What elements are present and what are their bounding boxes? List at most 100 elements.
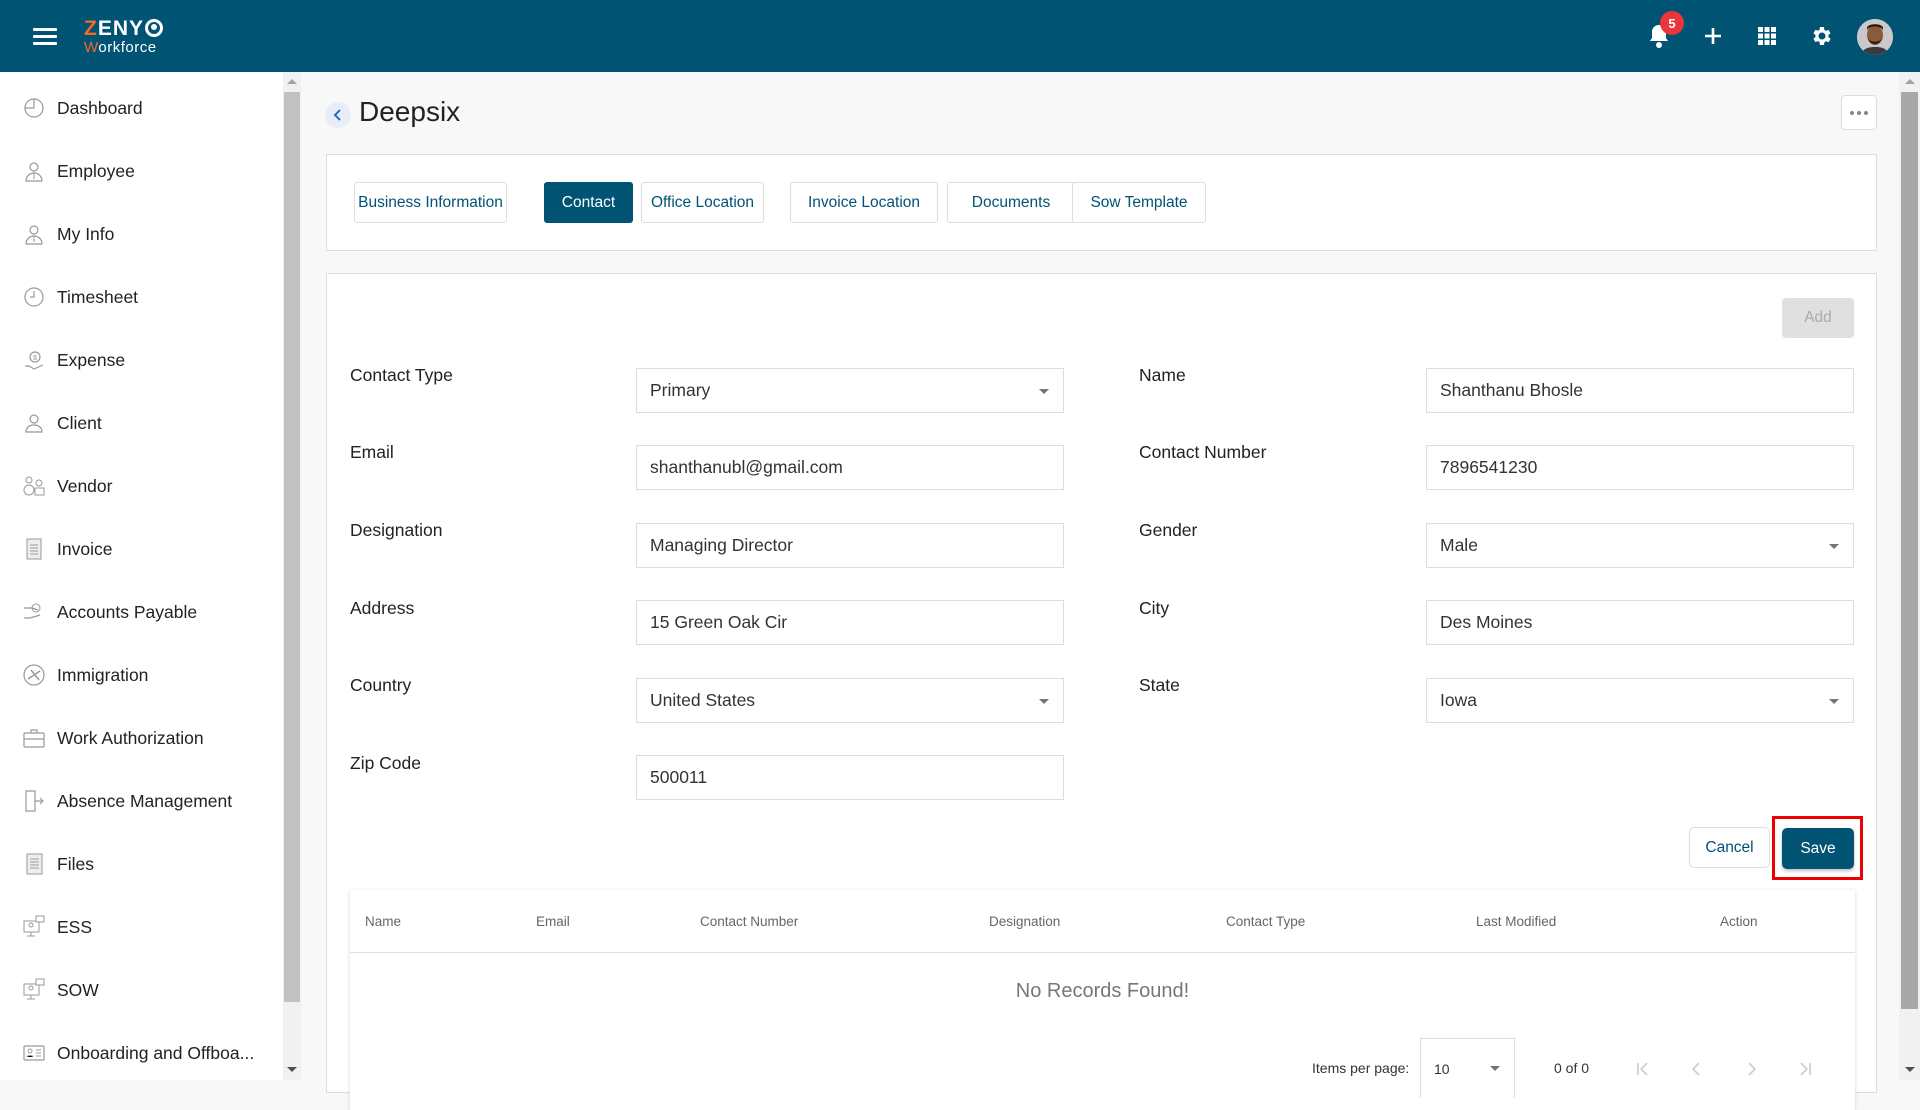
sidebar-item-accounts-payable[interactable]: Accounts Payable bbox=[0, 587, 283, 637]
contact-type-label: Contact Type bbox=[350, 365, 453, 385]
door-exit-icon bbox=[22, 789, 46, 813]
id-card-icon bbox=[22, 1041, 46, 1065]
briefcase-icon bbox=[22, 726, 46, 750]
sidebar-item-immigration[interactable]: Immigration bbox=[0, 650, 283, 700]
column-header-email[interactable]: Email bbox=[536, 890, 570, 952]
page-title: Deepsix bbox=[359, 96, 461, 127]
scroll-up-arrow-icon[interactable] bbox=[287, 79, 297, 84]
sidebar-item-label: SOW bbox=[57, 979, 99, 1000]
last-page-icon[interactable] bbox=[1788, 1052, 1822, 1086]
column-header-name[interactable]: Name bbox=[365, 890, 401, 952]
sidebar-item-dashboard[interactable]: Dashboard bbox=[0, 83, 283, 133]
country-label: Country bbox=[350, 675, 412, 695]
previous-page-icon[interactable] bbox=[1680, 1052, 1714, 1086]
sow-icon bbox=[22, 978, 46, 1002]
gender-value: Male bbox=[1440, 535, 1478, 555]
files-icon bbox=[22, 852, 46, 876]
clock-icon bbox=[22, 285, 46, 309]
page-scrollbar[interactable] bbox=[1899, 72, 1920, 1080]
back-button[interactable] bbox=[325, 102, 351, 128]
contact-number-field[interactable]: 7896541230 bbox=[1426, 445, 1854, 490]
sidebar-item-vendor[interactable]: Vendor bbox=[0, 461, 283, 511]
contact-number-value: 7896541230 bbox=[1440, 457, 1538, 477]
email-field[interactable]: shanthanubl@gmail.com bbox=[636, 445, 1064, 490]
sidebar-item-label: Work Authorization bbox=[57, 727, 204, 748]
client-icon bbox=[22, 411, 46, 435]
column-header-designation[interactable]: Designation bbox=[989, 890, 1060, 952]
scroll-down-arrow-icon[interactable] bbox=[287, 1067, 297, 1072]
address-field[interactable]: 15 Green Oak Cir bbox=[636, 600, 1064, 645]
sidebar-item-absence-management[interactable]: Absence Management bbox=[0, 776, 283, 826]
column-header-contact-number[interactable]: Contact Number bbox=[700, 890, 798, 952]
tab-documents[interactable]: Documents bbox=[947, 182, 1075, 223]
immigration-icon bbox=[22, 663, 46, 687]
items-per-page-value: 10 bbox=[1434, 1060, 1450, 1077]
zip-code-field[interactable]: 500011 bbox=[636, 755, 1064, 800]
address-value: 15 Green Oak Cir bbox=[650, 612, 788, 632]
sidebar-scrollbar[interactable] bbox=[283, 72, 301, 1080]
gear-icon[interactable] bbox=[1805, 20, 1837, 52]
page-scroll-up-icon[interactable] bbox=[1905, 79, 1915, 84]
zip-code-value: 500011 bbox=[650, 767, 708, 787]
menu-icon[interactable] bbox=[33, 28, 57, 46]
sidebar-item-my-info[interactable]: My Info bbox=[0, 209, 283, 259]
tab-contact[interactable]: Contact bbox=[544, 182, 633, 223]
tab-office-location[interactable]: Office Location bbox=[641, 182, 764, 223]
zip-code-label: Zip Code bbox=[350, 753, 422, 773]
more-options-button[interactable] bbox=[1841, 95, 1877, 130]
contact-type-value: Primary bbox=[650, 380, 711, 400]
column-header-contact-type[interactable]: Contact Type bbox=[1226, 890, 1305, 952]
city-field[interactable]: Des Moines bbox=[1426, 600, 1854, 645]
page-scroll-down-icon[interactable] bbox=[1905, 1067, 1915, 1072]
sidebar-item-label: Client bbox=[57, 412, 102, 433]
sidebar-item-employee[interactable]: Employee bbox=[0, 146, 283, 196]
email-label: Email bbox=[350, 442, 394, 462]
sidebar-item-timesheet[interactable]: Timesheet bbox=[0, 272, 283, 322]
country-select[interactable]: United States bbox=[636, 678, 1064, 723]
sidebar-scroll-thumb[interactable] bbox=[284, 92, 300, 1002]
sidebar-item-invoice[interactable]: Invoice bbox=[0, 524, 283, 574]
add-button[interactable]: Add bbox=[1782, 298, 1854, 338]
sidebar-item-files[interactable]: Files bbox=[0, 839, 283, 889]
gender-select[interactable]: Male bbox=[1426, 523, 1854, 568]
avatar[interactable] bbox=[1857, 19, 1893, 55]
sidebar-item-label: Onboarding and Offboa... bbox=[57, 1042, 255, 1063]
tab-business-information[interactable]: Business Information bbox=[354, 182, 507, 223]
apps-grid-icon[interactable] bbox=[1751, 20, 1783, 52]
sidebar-item-label: My Info bbox=[57, 223, 115, 244]
name-field[interactable]: Shanthanu Bhosle bbox=[1426, 368, 1854, 413]
plus-icon[interactable] bbox=[1697, 20, 1729, 52]
invoice-icon bbox=[22, 537, 46, 561]
next-page-icon[interactable] bbox=[1734, 1052, 1768, 1086]
sidebar-item-sow[interactable]: SOW bbox=[0, 965, 283, 1015]
vendor-icon bbox=[22, 474, 46, 498]
items-per-page-select[interactable]: 10 bbox=[1420, 1038, 1515, 1098]
dashboard-icon bbox=[22, 96, 46, 120]
sidebar-item-onboarding-and-offboa[interactable]: Onboarding and Offboa... bbox=[0, 1028, 283, 1078]
designation-field[interactable]: Managing Director bbox=[636, 523, 1064, 568]
notification-badge: 5 bbox=[1660, 11, 1684, 35]
chevron-left-icon bbox=[333, 109, 341, 121]
sidebar-item-work-authorization[interactable]: Work Authorization bbox=[0, 713, 283, 763]
sidebar-item-label: Employee bbox=[57, 160, 135, 181]
header-divider bbox=[350, 952, 1855, 953]
tab-invoice-location[interactable]: Invoice Location bbox=[790, 182, 938, 223]
logo-text: ENY bbox=[97, 17, 145, 40]
cancel-button[interactable]: Cancel bbox=[1689, 827, 1770, 868]
page-scroll-thumb[interactable] bbox=[1901, 92, 1918, 1009]
state-select[interactable]: Iowa bbox=[1426, 678, 1854, 723]
state-value: Iowa bbox=[1440, 690, 1477, 710]
sidebar-item-ess[interactable]: ESS bbox=[0, 902, 283, 952]
sidebar-item-expense[interactable]: $ Expense bbox=[0, 335, 283, 385]
save-button[interactable]: Save bbox=[1782, 828, 1854, 869]
sidebar-item-client[interactable]: Client bbox=[0, 398, 283, 448]
chevron-down-icon bbox=[1490, 1066, 1500, 1071]
contact-type-select[interactable]: Primary bbox=[636, 368, 1064, 413]
first-page-icon[interactable] bbox=[1626, 1052, 1660, 1086]
column-header-last-modified[interactable]: Last Modified bbox=[1476, 890, 1556, 952]
tab-sow-template[interactable]: Sow Template bbox=[1072, 182, 1206, 223]
sidebar-item-label: Invoice bbox=[57, 538, 113, 559]
sidebar-item-label: Immigration bbox=[57, 664, 149, 685]
chevron-down-icon bbox=[1829, 699, 1839, 704]
employee-icon bbox=[22, 159, 46, 183]
